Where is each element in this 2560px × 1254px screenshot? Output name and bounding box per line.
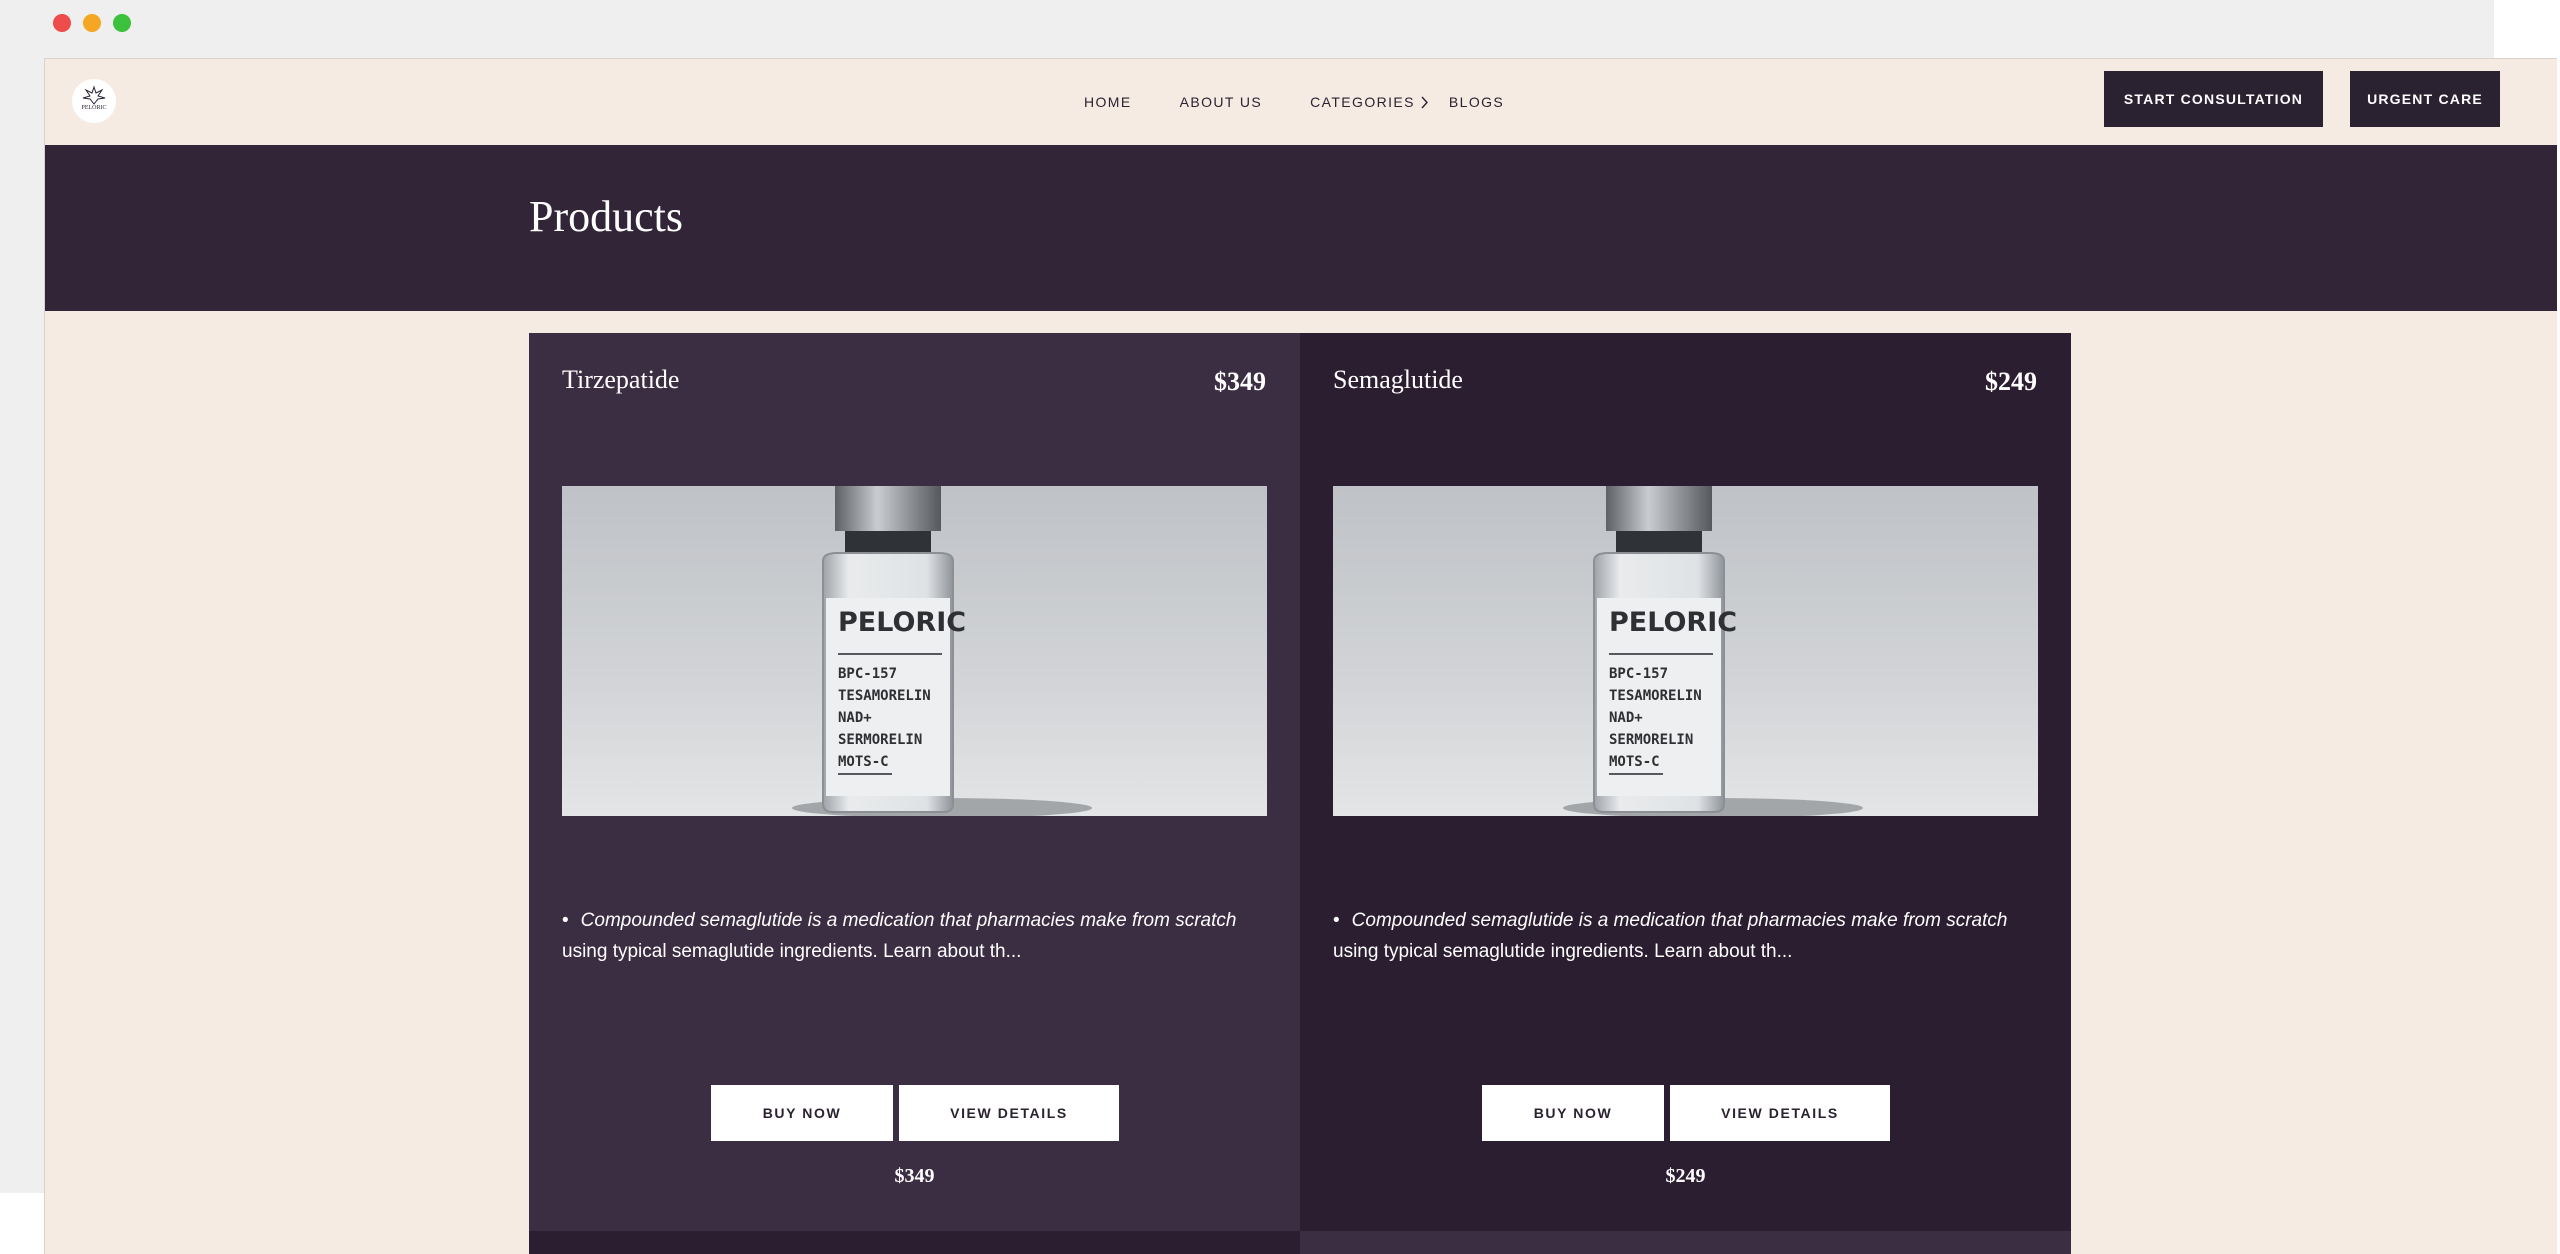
view-details-button[interactable]: VIEW DETAILS [899,1085,1119,1141]
product-description: • Compounded semaglutide is a medication … [562,905,1242,967]
vial-label-line: BPC-157 [1609,666,1668,682]
product-image[interactable]: PELORIC BPC-157 TESAMORELIN NAD+ SERMORE… [562,486,1267,816]
bullet-icon: • [1333,910,1340,931]
browser-window: PELORIC HOME ABOUT US CATEGORIES BLOGS S… [44,58,2557,1254]
vial-label-line: MOTS-C [1609,754,1660,770]
close-window-icon[interactable] [53,14,71,32]
product-bottom-price: $349 [894,1165,935,1187]
minimize-window-icon[interactable] [83,14,101,32]
view-details-button[interactable]: VIEW DETAILS [1670,1085,1890,1141]
nav-item-categories-label: CATEGORIES [1310,94,1415,110]
product-actions: BUY NOW VIEW DETAILS [1482,1085,1890,1141]
product-price: $349 [1214,367,1266,396]
bullet-icon: • [562,910,569,931]
product-grid: Tirzepatide $349 PELORIC BPC-157 TESAMOR… [529,333,2071,1254]
vial-label-line: TESAMORELIN [838,688,931,704]
vial-label-line: NAD+ [1609,710,1643,726]
page-title: Products [529,192,683,241]
nav-item-categories[interactable]: CATEGORIES [1310,94,1429,110]
product-description-italic: Compounded semaglutide is a medication t… [1351,910,2008,931]
product-description-rest: using typical semaglutide ingredients. L… [1333,941,1793,962]
vial-label-line: TESAMORELIN [1609,688,1702,704]
vial-image: PELORIC BPC-157 TESAMORELIN NAD+ SERMORE… [792,486,1092,816]
buy-now-button[interactable]: BUY NOW [1482,1085,1664,1141]
product-bottom-price: $249 [1665,1165,1706,1187]
product-card: Semaglutide $249 PELORIC BPC-157 TESAMOR… [1300,333,2071,1231]
next-card-preview [1300,1231,2071,1254]
vial-brand-text: PELORIC [1609,607,1737,638]
main-nav: HOME ABOUT US CATEGORIES BLOGS [1084,59,1552,145]
urgent-care-button[interactable]: URGENT CARE [2350,71,2500,127]
product-name[interactable]: Tirzepatide [562,365,679,395]
vial-image: PELORIC BPC-157 TESAMORELIN NAD+ SERMORE… [1563,486,1863,816]
nav-item-blogs[interactable]: BLOGS [1449,94,1504,110]
nav-item-home[interactable]: HOME [1084,94,1132,110]
product-description: • Compounded semaglutide is a medication … [1333,905,2013,967]
buy-now-button[interactable]: BUY NOW [711,1085,893,1141]
vial-label-line: MOTS-C [838,754,889,770]
product-name[interactable]: Semaglutide [1333,365,1463,395]
vial-label-line: SERMORELIN [838,732,922,748]
logo-text: PELORIC [81,105,107,111]
vial-label-line: NAD+ [838,710,872,726]
vial-brand-text: PELORIC [838,607,966,638]
vial-label-line: SERMORELIN [1609,732,1693,748]
next-card-preview [529,1231,1300,1254]
page-banner: Products [45,145,2557,311]
logo-emblem-icon [82,85,106,105]
chevron-right-icon [1421,96,1428,108]
site-header: PELORIC HOME ABOUT US CATEGORIES BLOGS S… [45,59,2557,145]
product-card: Tirzepatide $349 PELORIC BPC-157 TESAMOR… [529,333,1300,1231]
product-description-rest: using typical semaglutide ingredients. L… [562,941,1022,962]
vial-label-line: BPC-157 [838,666,897,682]
product-description-italic: Compounded semaglutide is a medication t… [580,910,1237,931]
start-consultation-button[interactable]: START CONSULTATION [2104,71,2323,127]
maximize-window-icon[interactable] [113,14,131,32]
product-image[interactable]: PELORIC BPC-157 TESAMORELIN NAD+ SERMORE… [1333,486,2038,816]
nav-item-about-us[interactable]: ABOUT US [1180,94,1263,110]
product-actions: BUY NOW VIEW DETAILS [711,1085,1119,1141]
product-price: $249 [1985,367,2037,396]
logo[interactable]: PELORIC [72,79,116,123]
